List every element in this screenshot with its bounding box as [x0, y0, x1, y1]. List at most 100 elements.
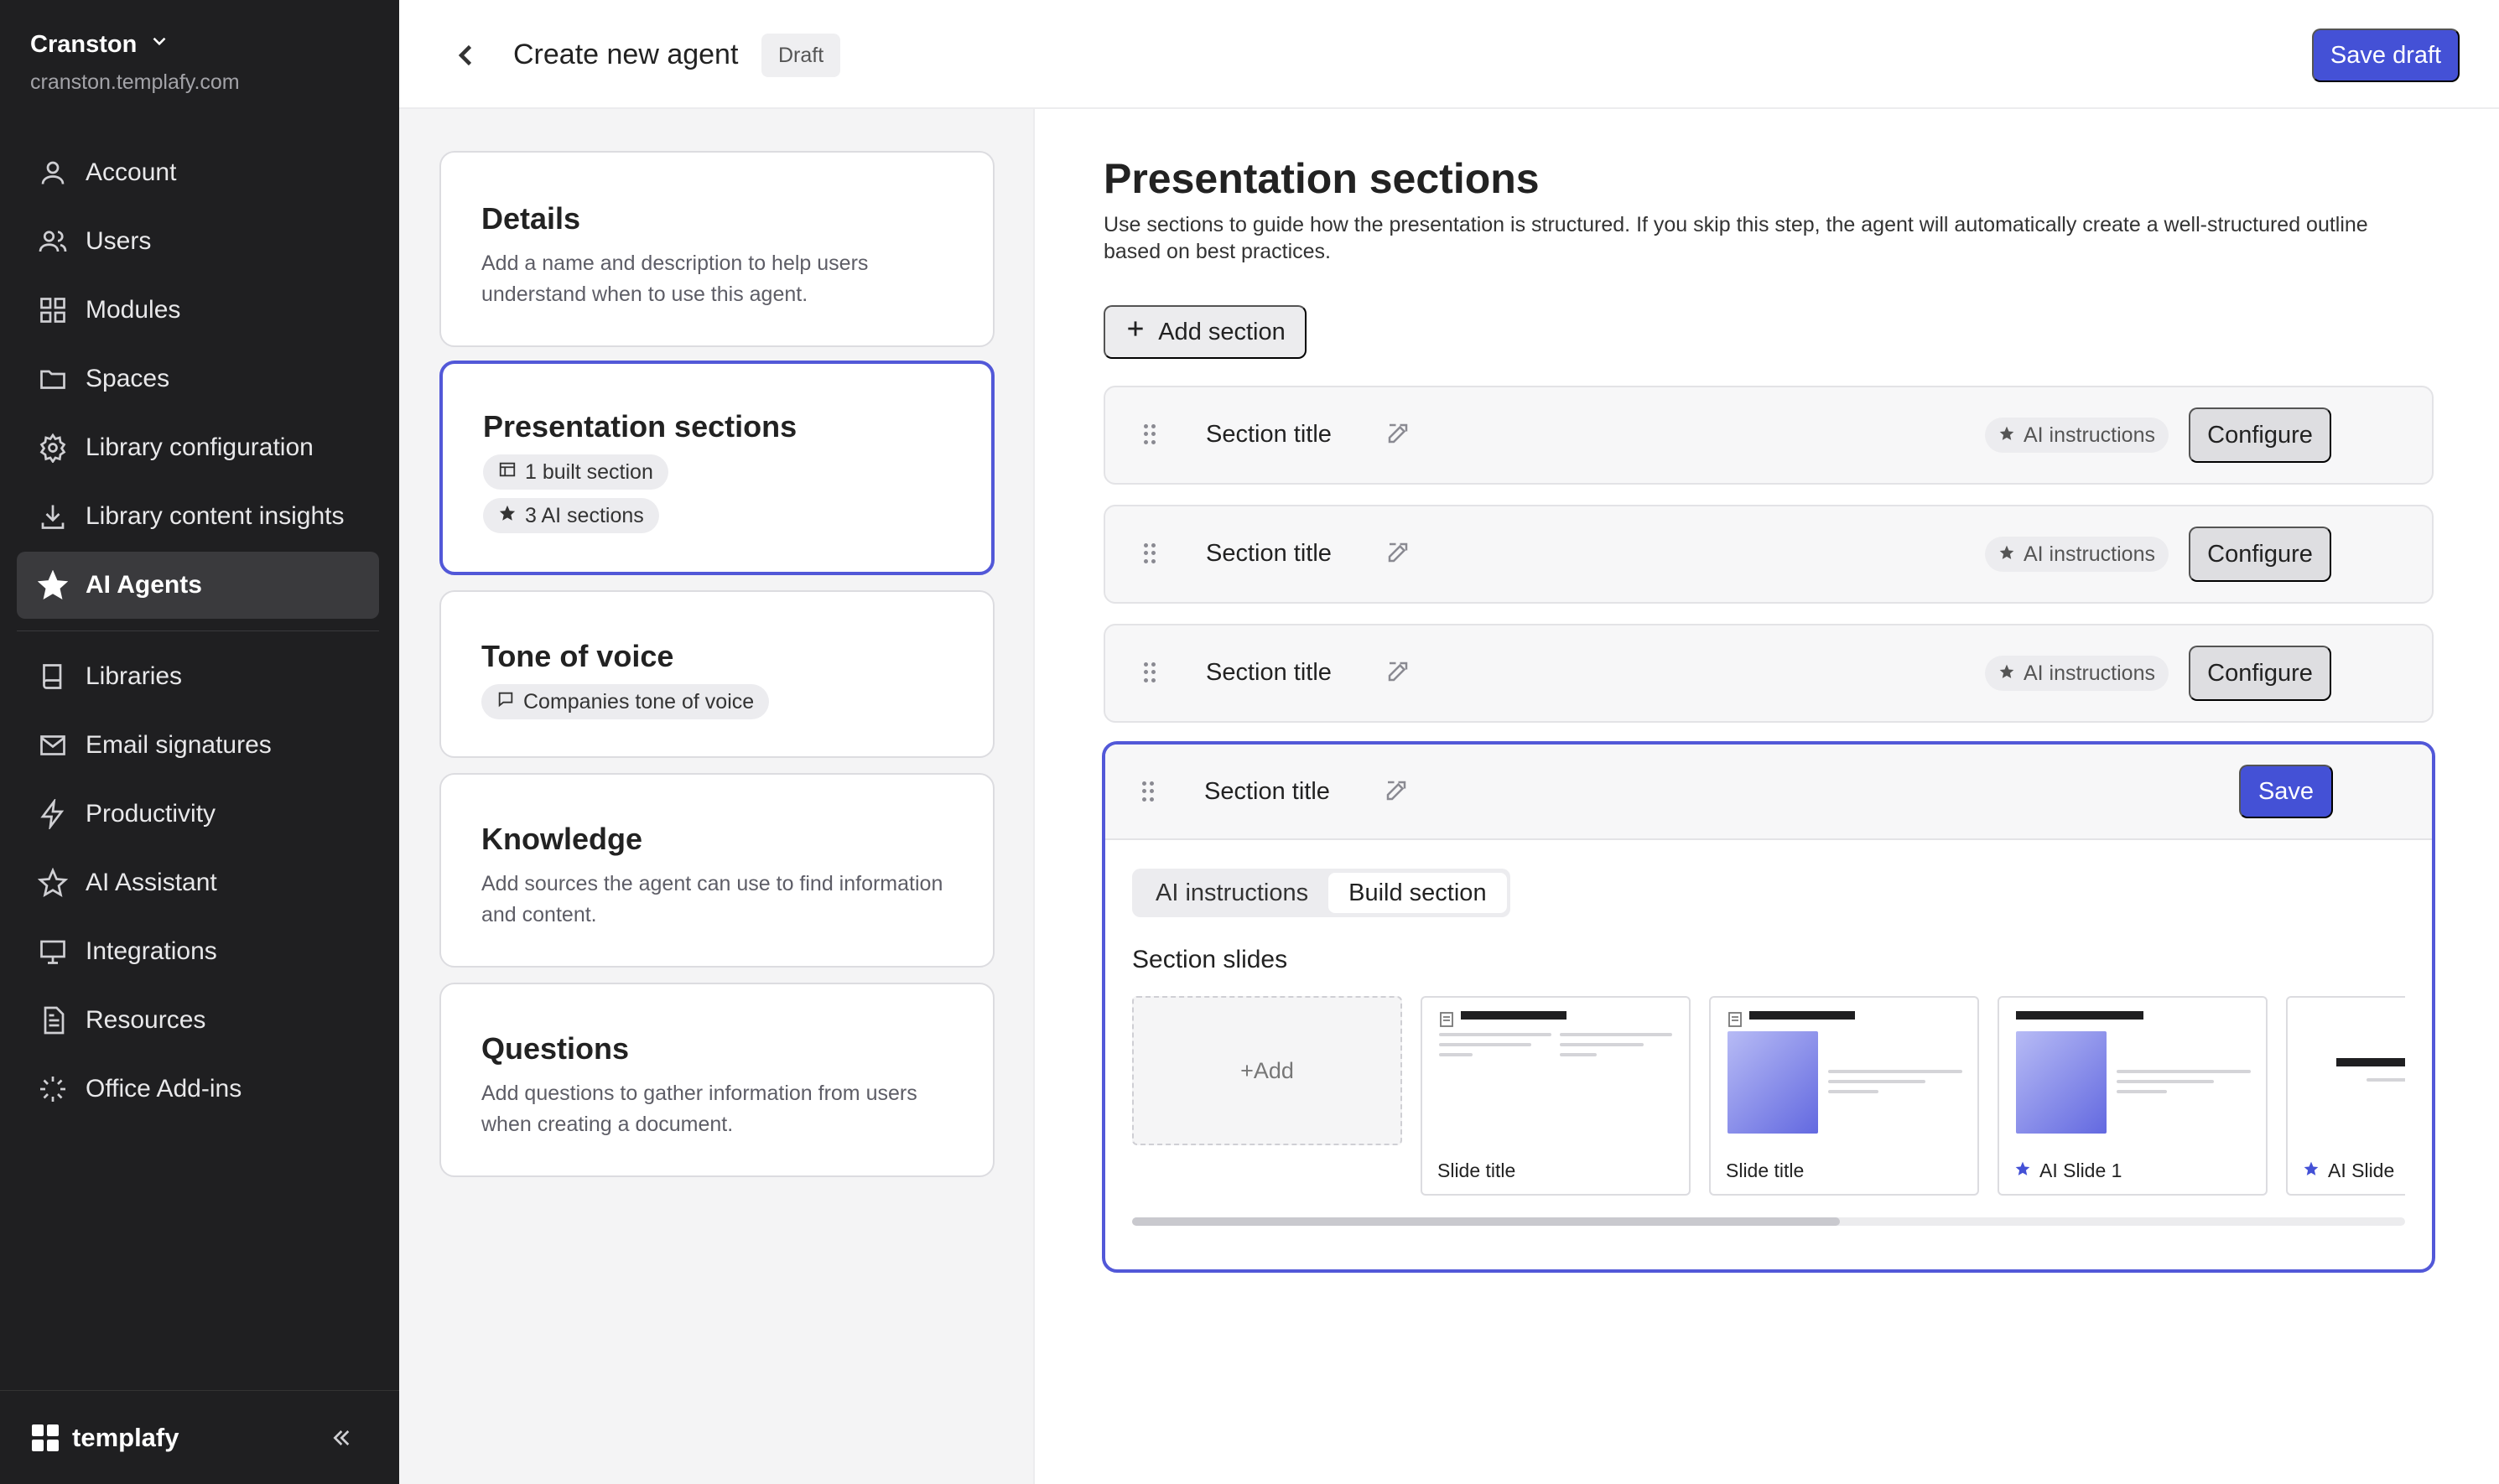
slide-card[interactable]: Slide title [1421, 996, 1691, 1196]
sidebar-item-email-signatures[interactable]: Email signatures [17, 712, 379, 779]
section-row[interactable]: Section title AI instructions Configure [1104, 624, 2434, 723]
star-icon [1998, 662, 2015, 686]
step-details[interactable]: Details Add a name and description to he… [439, 151, 995, 347]
tab-ai-instructions[interactable]: AI instructions [1135, 873, 1328, 913]
chip-label: 1 built section [525, 459, 653, 484]
slide-thumb-line [1828, 1090, 1878, 1093]
save-button[interactable]: Save [2239, 765, 2333, 818]
org-switcher[interactable]: Cranston cranston.templafy.com [30, 30, 240, 95]
add-slide-button[interactable]: +Add [1132, 996, 1402, 1145]
sidebar-item-modules[interactable]: Modules [17, 277, 379, 344]
layout-icon [498, 460, 517, 485]
step-knowledge[interactable]: Knowledge Add sources the agent can use … [439, 773, 995, 968]
sidebar-nav: Account Users Modules Spaces Library con… [17, 139, 379, 1124]
sidebar-item-spaces[interactable]: Spaces [17, 345, 379, 413]
drag-handle-icon[interactable] [1144, 543, 1156, 563]
slide-thumb-title [2336, 1058, 2405, 1066]
step-title: Presentation sections [483, 409, 797, 444]
section-title: Section title [1206, 540, 1332, 567]
step-questions[interactable]: Questions Add questions to gather inform… [439, 983, 995, 1177]
grid-icon [37, 294, 69, 326]
slide-card[interactable]: AI Slide 1 [1998, 996, 2268, 1196]
step-tone-of-voice[interactable]: Tone of voice Companies tone of voice [439, 590, 995, 758]
sidebar-item-label: Modules [86, 296, 181, 324]
slide-title: AI Slide 1 [2039, 1160, 2122, 1181]
drag-handle-icon[interactable] [1144, 424, 1156, 444]
horizontal-scrollbar[interactable] [1132, 1217, 2405, 1226]
gear-icon [37, 432, 69, 464]
slide-thumb-line [2117, 1090, 2167, 1093]
step-title: Details [481, 201, 581, 236]
sidebar-item-library-configuration[interactable]: Library configuration [17, 414, 379, 481]
sidebar-item-users[interactable]: Users [17, 208, 379, 275]
sidebar-item-label: Spaces [86, 365, 170, 392]
sidebar-footer: templafy [0, 1390, 399, 1484]
chip-label: Companies tone of voice [523, 689, 755, 713]
slide-thumb-line [2367, 1078, 2405, 1082]
star-icon [2303, 1160, 2320, 1182]
collapse-sidebar-icon[interactable] [327, 1424, 354, 1451]
step-presentation-sections[interactable]: Presentation sections 1 built section 3 … [439, 361, 995, 575]
page-title: Create new agent [513, 39, 739, 70]
section-editor: Section title Save AI instructions Build… [1102, 741, 2435, 1273]
configure-button[interactable]: Configure [2189, 407, 2331, 463]
edit-icon[interactable] [1385, 540, 1411, 565]
sidebar-item-label: Integrations [86, 937, 217, 965]
section-mode-toggle: AI instructions Build section [1132, 869, 1510, 917]
mail-icon [37, 729, 69, 761]
sidebar-item-office-add-ins[interactable]: Office Add-ins [17, 1056, 379, 1123]
chevron-down-icon [148, 30, 170, 59]
sidebar-item-label: Productivity [86, 800, 216, 828]
download-icon [37, 501, 69, 532]
sidebar-item-label: Account [86, 158, 177, 186]
sidebar-item-ai-assistant[interactable]: AI Assistant [17, 849, 379, 916]
section-title: Section title [1206, 659, 1332, 686]
step-description: Add a name and description to help users… [481, 252, 869, 306]
slide-card[interactable]: AI Slide [2286, 996, 2405, 1196]
templafy-logo-icon [32, 1424, 59, 1451]
slide-label: Slide title [1726, 1160, 1804, 1182]
add-section-button[interactable]: Add section [1104, 305, 1307, 359]
save-draft-button[interactable]: Save draft [2312, 29, 2460, 82]
chip-label: AI instructions [2023, 661, 2155, 685]
org-domain: cranston.templafy.com [30, 70, 240, 94]
tab-build-section[interactable]: Build section [1328, 873, 1507, 913]
section-row[interactable]: Section title AI instructions Configure [1104, 386, 2434, 485]
sidebar-item-label: AI Assistant [86, 869, 217, 896]
section-description: Use sections to guide how the presentati… [1104, 213, 2368, 263]
slide-thumb-title [2016, 1011, 2143, 1020]
edit-icon[interactable] [1385, 659, 1411, 684]
sidebar-item-label: Library content insights [86, 502, 345, 530]
plus-icon [1125, 318, 1146, 346]
scrollbar-thumb[interactable] [1132, 1217, 1840, 1226]
edit-icon[interactable] [1385, 421, 1411, 446]
configure-button[interactable]: Configure [2189, 527, 2331, 582]
drag-handle-icon[interactable] [1144, 662, 1156, 682]
configure-button[interactable]: Configure [2189, 646, 2331, 701]
add-section-label: Add section [1158, 318, 1286, 345]
tone-chip: Companies tone of voice [481, 684, 770, 719]
step-title: Knowledge [481, 822, 643, 856]
edit-icon[interactable] [1384, 778, 1409, 803]
main-content: Presentation sections Use sections to gu… [1036, 109, 2499, 1484]
chip-label: AI instructions [2023, 542, 2155, 566]
sidebar-item-resources[interactable]: Resources [17, 987, 379, 1054]
sidebar-item-library-content-insights[interactable]: Library content insights [17, 483, 379, 550]
sidebar: Cranston cranston.templafy.com Account U… [0, 0, 399, 1484]
sidebar-divider [17, 630, 379, 631]
spinner-icon [37, 1073, 69, 1105]
sidebar-item-label: Resources [86, 1006, 206, 1034]
sidebar-item-ai-agents[interactable]: AI Agents [17, 552, 379, 619]
drag-handle-icon[interactable] [1142, 781, 1154, 802]
sidebar-item-account[interactable]: Account [17, 139, 379, 206]
slide-card[interactable]: Slide title [1709, 996, 1979, 1196]
back-arrow-icon[interactable] [451, 40, 481, 70]
sidebar-item-productivity[interactable]: Productivity [17, 781, 379, 848]
section-row[interactable]: Section title AI instructions Configure [1104, 505, 2434, 604]
sidebar-item-integrations[interactable]: Integrations [17, 918, 379, 985]
sidebar-item-libraries[interactable]: Libraries [17, 643, 379, 710]
sidebar-item-label: Email signatures [86, 731, 272, 759]
section-title: Section title [1204, 778, 1330, 805]
top-bar: Create new agent Draft Save draft [399, 0, 2499, 109]
book-icon [37, 661, 69, 693]
